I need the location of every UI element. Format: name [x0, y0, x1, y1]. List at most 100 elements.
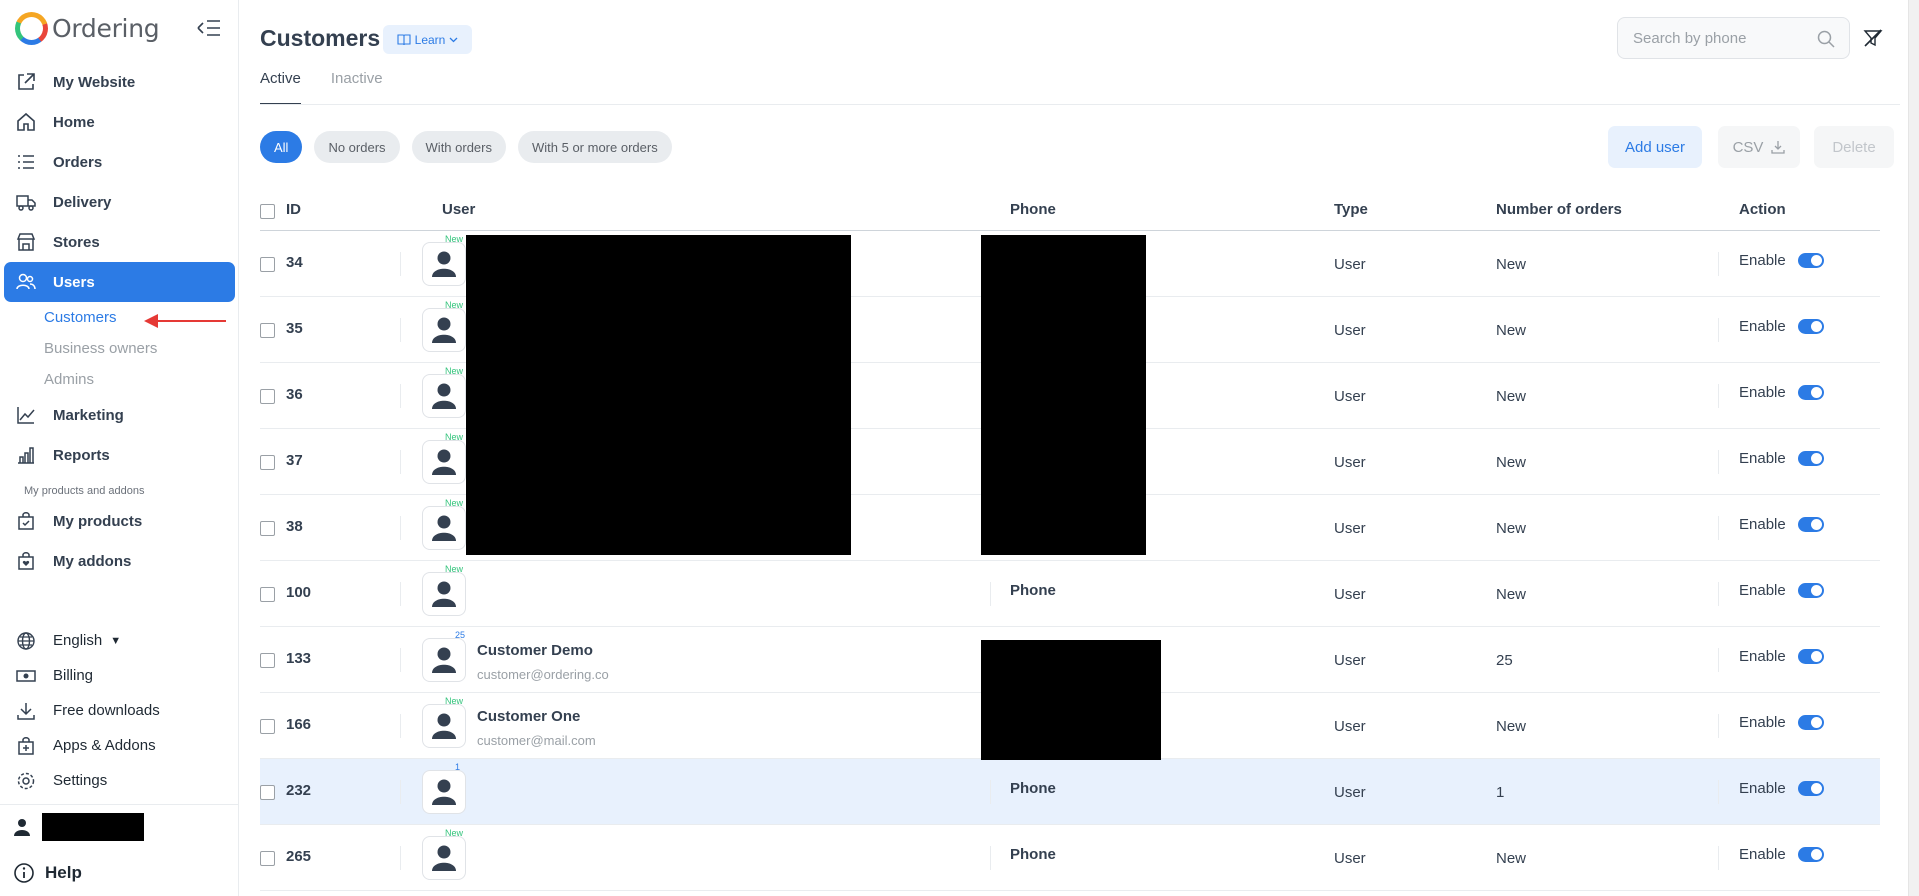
learn-button[interactable]: Learn: [383, 25, 472, 54]
cell-divider: [1718, 648, 1719, 672]
bag-heart-icon: [18, 552, 34, 570]
enable-label: Enable: [1739, 714, 1786, 731]
row-checkbox[interactable]: [260, 653, 275, 668]
table-row[interactable]: 265 New Phone User New Enable: [260, 825, 1880, 891]
avatar[interactable]: [422, 506, 466, 550]
customer-type: User: [1334, 586, 1366, 603]
sidebar-item-billing[interactable]: Billing: [4, 658, 235, 693]
row-checkbox[interactable]: [260, 851, 275, 866]
redacted-phone-block: [981, 235, 1146, 555]
select-all-checkbox[interactable]: [260, 204, 275, 219]
download-icon: [17, 702, 35, 720]
sidebar-item-marketing[interactable]: Marketing: [4, 395, 235, 435]
brand-logo[interactable]: Ordering: [15, 10, 160, 46]
filter-no-orders[interactable]: No orders: [314, 131, 400, 163]
enable-toggle[interactable]: [1797, 517, 1824, 532]
row-checkbox[interactable]: [260, 521, 275, 536]
person-icon: [432, 713, 456, 739]
enable-toggle[interactable]: [1797, 319, 1824, 334]
row-checkbox[interactable]: [260, 389, 275, 404]
avatar[interactable]: [422, 572, 466, 616]
sidebar-item-apps-addons[interactable]: Apps & Addons: [4, 728, 235, 763]
csv-export-button[interactable]: CSV: [1718, 126, 1800, 168]
avatar[interactable]: [422, 638, 466, 682]
enable-toggle[interactable]: [1797, 385, 1824, 400]
sidebar-item-my-website[interactable]: My Website: [4, 62, 235, 102]
number-of-orders: New: [1496, 520, 1527, 537]
filter-5-or-more-orders[interactable]: With 5 or more orders: [518, 131, 672, 163]
caret-down-icon: ▼: [110, 634, 122, 647]
orders-badge: 1: [455, 762, 461, 772]
customer-email: customer@mail.com: [477, 733, 596, 748]
enable-toggle[interactable]: [1797, 253, 1824, 268]
number-of-orders: New: [1496, 322, 1527, 339]
sidebar-item-home[interactable]: Home: [4, 102, 235, 142]
sidebar-item-stores[interactable]: Stores: [4, 222, 235, 262]
number-of-orders: 1: [1496, 784, 1505, 801]
enable-control: Enable: [1739, 714, 1824, 731]
bag-plus-icon: [18, 736, 34, 755]
avatar[interactable]: [422, 770, 466, 814]
sidebar-item-delivery[interactable]: Delivery: [4, 182, 235, 222]
sidebar-item-my-addons[interactable]: My addons: [4, 541, 235, 581]
cell-divider: [1718, 780, 1719, 804]
add-user-button[interactable]: Add user: [1608, 126, 1702, 168]
sidebar-item-users[interactable]: Users: [4, 262, 235, 302]
main-content: Customers Learn Active Inactive All No o…: [240, 0, 1919, 896]
current-user[interactable]: [14, 812, 144, 842]
collapse-sidebar-button[interactable]: [195, 16, 223, 40]
clear-filter-icon[interactable]: [1863, 28, 1883, 48]
tab-active[interactable]: Active: [260, 70, 301, 105]
customer-type: User: [1334, 322, 1366, 339]
row-checkbox[interactable]: [260, 257, 275, 272]
search-input[interactable]: [1633, 29, 1813, 47]
avatar[interactable]: [422, 704, 466, 748]
avatar[interactable]: [422, 374, 466, 418]
chevron-down-icon: [449, 37, 458, 42]
avatar[interactable]: [422, 242, 466, 286]
orders-badge: 25: [455, 630, 466, 640]
enable-toggle[interactable]: [1797, 715, 1824, 730]
sidebar-item-reports[interactable]: Reports: [4, 435, 235, 475]
sidebar-subitem-business-owners[interactable]: Business owners: [4, 333, 235, 364]
language-selector[interactable]: English ▼: [4, 623, 235, 658]
tab-inactive[interactable]: Inactive: [331, 70, 383, 105]
help-link[interactable]: Help: [13, 862, 82, 884]
row-checkbox[interactable]: [260, 455, 275, 470]
sidebar-item-settings[interactable]: Settings: [4, 763, 235, 798]
row-checkbox[interactable]: [260, 587, 275, 602]
enable-label: Enable: [1739, 846, 1786, 863]
filter-with-orders[interactable]: With orders: [411, 131, 506, 163]
sidebar-item-orders[interactable]: Orders: [4, 142, 235, 182]
cell-divider: [400, 780, 401, 804]
avatar[interactable]: [422, 836, 466, 880]
delete-button[interactable]: Delete: [1814, 126, 1894, 168]
search-icon[interactable]: [1817, 30, 1835, 48]
sidebar-subitem-admins[interactable]: Admins: [4, 364, 235, 395]
row-checkbox[interactable]: [260, 719, 275, 734]
enable-toggle[interactable]: [1797, 583, 1824, 598]
sidebar-item-free-downloads[interactable]: Free downloads: [4, 693, 235, 728]
enable-toggle[interactable]: [1797, 781, 1824, 796]
page-scrollbar[interactable]: [1908, 0, 1919, 896]
person-icon: [432, 845, 456, 871]
cell-divider: [400, 384, 401, 408]
row-checkbox[interactable]: [260, 785, 275, 800]
column-header-user: User: [442, 201, 476, 218]
row-checkbox[interactable]: [260, 323, 275, 338]
table-row[interactable]: 232 1 Phone User 1 Enable: [260, 759, 1880, 825]
avatar[interactable]: [422, 308, 466, 352]
customer-id: 36: [286, 386, 303, 403]
info-icon: [14, 863, 34, 883]
enable-toggle[interactable]: [1797, 847, 1824, 862]
enable-toggle[interactable]: [1797, 451, 1824, 466]
redacted-user-block: [466, 235, 851, 555]
table-row[interactable]: 100 New Phone User New Enable: [260, 561, 1880, 627]
orders-badge: New: [445, 564, 464, 574]
avatar[interactable]: [422, 440, 466, 484]
orders-badge: New: [445, 696, 464, 706]
sidebar-item-my-products[interactable]: My products: [4, 501, 235, 541]
enable-toggle[interactable]: [1797, 649, 1824, 664]
person-icon: [432, 317, 456, 343]
filter-all[interactable]: All: [260, 131, 303, 163]
